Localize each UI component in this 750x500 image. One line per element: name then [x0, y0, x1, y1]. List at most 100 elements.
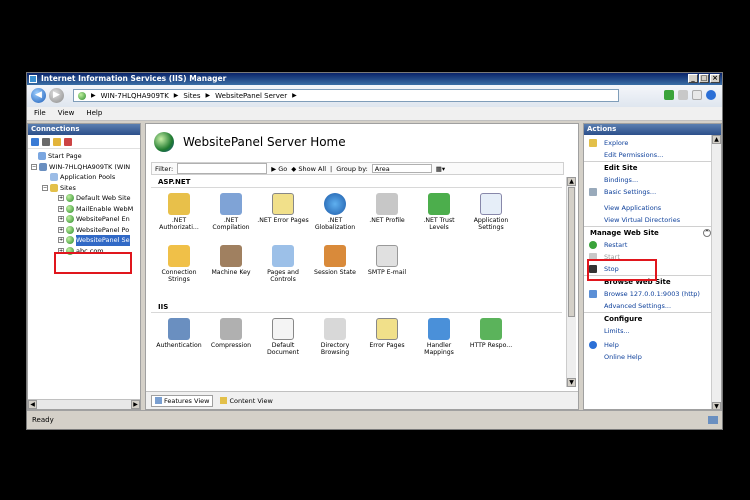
- help-icon[interactable]: [706, 90, 716, 100]
- feature-error-pages[interactable]: Error Pages: [361, 317, 413, 369]
- collapse-icon[interactable]: ^: [703, 229, 711, 237]
- content-view-icon: [220, 397, 228, 404]
- handler-arrows-icon: [428, 318, 450, 340]
- iis-app-icon: [29, 75, 37, 83]
- stop-nav-icon[interactable]: [678, 90, 688, 100]
- menu-help[interactable]: Help: [86, 107, 102, 120]
- tree-item-site[interactable]: + MailEnable WebM: [28, 204, 140, 215]
- error-404-icon: [272, 193, 294, 215]
- tree-item-start-page[interactable]: Start Page: [28, 151, 140, 162]
- go-button[interactable]: ▶ Go: [271, 165, 287, 173]
- compile-icon: [220, 193, 242, 215]
- feature-handler-mappings[interactable]: Handler Mappings: [413, 317, 465, 369]
- globe-icon: [66, 225, 74, 234]
- view-mode-icon[interactable]: ▦▾: [436, 165, 445, 173]
- window-title: Internet Information Services (IIS) Mana…: [41, 74, 227, 83]
- feature-smtp-email[interactable]: SMTP E-mail: [361, 244, 413, 302]
- action-view-virtual-directories[interactable]: View Virtual Directories: [584, 214, 721, 226]
- action-advanced-settings[interactable]: Advanced Settings...: [584, 300, 721, 312]
- feature-compression[interactable]: Compression: [205, 317, 257, 369]
- address-bar: ◀ ▶ ▶ WIN-7HLQHA909TK ▶ Sites ▶ WebsiteP…: [27, 85, 722, 108]
- collapse-icon[interactable]: −: [42, 184, 48, 191]
- tree-item-site[interactable]: + Default Web Site: [28, 193, 140, 204]
- feature-net-authorization[interactable]: .NET Authorizati...: [153, 192, 205, 244]
- feature-net-error-pages[interactable]: .NET Error Pages: [257, 192, 309, 244]
- features-pane: WebsitePanel Server Home Filter: ▶ Go ◆ …: [145, 123, 579, 410]
- feature-net-trust-levels[interactable]: .NET Trust Levels: [413, 192, 465, 244]
- feature-connection-strings[interactable]: Connection Strings: [153, 244, 205, 302]
- feature-authentication[interactable]: Authentication: [153, 317, 205, 369]
- tab-features-view[interactable]: Features View: [151, 394, 214, 407]
- action-basic-settings[interactable]: Basic Settings...: [584, 186, 721, 198]
- breadcrumb-server[interactable]: WIN-7HLQHA909TK: [101, 92, 169, 100]
- http-response-icon: [480, 318, 502, 340]
- action-browse-url[interactable]: Browse 127.0.0.1:9003 (http): [584, 288, 721, 300]
- start-page-icon: [38, 152, 46, 161]
- breadcrumb-site[interactable]: WebsitePanel Server: [215, 92, 287, 100]
- maximize-button[interactable]: □: [699, 74, 709, 83]
- feature-http-response[interactable]: HTTP Respo...: [465, 317, 517, 369]
- database-icon: [168, 245, 190, 267]
- refresh-icon[interactable]: [664, 90, 674, 100]
- features-view-icon: [155, 397, 162, 404]
- group-by-select[interactable]: Area: [371, 164, 432, 173]
- globe-icon: [66, 204, 74, 213]
- save-icon[interactable]: [42, 137, 50, 146]
- expand-icon[interactable]: +: [58, 205, 64, 212]
- actions-header: Actions: [584, 124, 721, 135]
- breadcrumb[interactable]: ▶ WIN-7HLQHA909TK ▶ Sites ▶ WebsitePanel…: [73, 89, 619, 102]
- vertical-scrollbar[interactable]: ▲ ▼: [566, 177, 576, 387]
- feature-directory-browsing[interactable]: Directory Browsing: [309, 317, 361, 369]
- tab-content-view[interactable]: Content View: [216, 394, 277, 407]
- back-arrow-icon[interactable]: ◀: [31, 88, 46, 103]
- tree-item-server[interactable]: − WIN-7HLQHA909TK (WIN: [28, 162, 140, 173]
- feature-net-profile[interactable]: .NET Profile: [361, 192, 413, 244]
- tree-item-sites[interactable]: − Sites: [28, 183, 140, 194]
- menu-view[interactable]: View: [58, 107, 75, 120]
- expand-icon[interactable]: +: [58, 195, 64, 202]
- horizontal-scrollbar[interactable]: ◀ ▶: [28, 399, 140, 409]
- feature-default-document[interactable]: Default Document: [257, 317, 309, 369]
- show-all-button[interactable]: ◆ Show All: [291, 165, 326, 173]
- tree-item-app-pools[interactable]: Application Pools: [28, 172, 140, 183]
- forward-arrow-icon[interactable]: ▶: [49, 88, 64, 103]
- section-manage-web-site: Manage Web Site ^: [584, 226, 721, 239]
- feature-net-compilation[interactable]: .NET Compilation: [205, 192, 257, 244]
- action-restart[interactable]: Restart: [584, 239, 721, 251]
- disconnect-icon[interactable]: [64, 137, 72, 146]
- feature-net-globalization[interactable]: .NET Globalization: [309, 192, 361, 244]
- up-folder-icon[interactable]: [53, 137, 61, 146]
- feature-machine-key[interactable]: Machine Key: [205, 244, 257, 302]
- action-edit-permissions[interactable]: Edit Permissions...: [584, 149, 721, 161]
- globe-icon: [66, 194, 74, 203]
- action-limits[interactable]: Limits...: [584, 325, 721, 337]
- action-view-applications[interactable]: View Applications: [584, 202, 721, 214]
- action-help[interactable]: Help: [584, 339, 721, 351]
- action-online-help[interactable]: Online Help: [584, 351, 721, 363]
- tree-item-site[interactable]: + WebsitePanel En: [28, 214, 140, 225]
- expand-icon[interactable]: +: [58, 226, 64, 233]
- actions-scrollbar[interactable]: ▲ ▼: [711, 135, 721, 409]
- view-tabs: Features View Content View: [146, 391, 578, 409]
- session-user-icon: [324, 245, 346, 267]
- minimize-button[interactable]: _: [688, 74, 698, 83]
- tree-item-site[interactable]: + WebsitePanel Po: [28, 225, 140, 236]
- connect-icon[interactable]: [31, 137, 39, 146]
- action-explore[interactable]: Explore: [584, 137, 721, 149]
- breadcrumb-sites[interactable]: Sites: [183, 92, 200, 100]
- feature-application-settings[interactable]: Application Settings: [465, 192, 517, 244]
- action-bindings[interactable]: Bindings...: [584, 174, 721, 186]
- collapse-icon[interactable]: −: [31, 163, 37, 170]
- section-configure: Configure: [584, 312, 721, 325]
- expand-icon[interactable]: +: [58, 237, 64, 244]
- expand-icon[interactable]: +: [58, 216, 64, 223]
- feature-session-state[interactable]: Session State: [309, 244, 361, 302]
- feature-pages-and-controls[interactable]: Pages and Controls: [257, 244, 309, 302]
- close-button[interactable]: ×: [710, 74, 720, 83]
- home-icon[interactable]: [692, 90, 702, 100]
- browse-icon: [589, 290, 597, 298]
- menu-file[interactable]: File: [34, 107, 46, 120]
- globe-icon: [154, 132, 174, 152]
- tree-item-site-selected[interactable]: + WebsitePanel Se: [28, 235, 140, 246]
- filter-input[interactable]: [177, 163, 268, 174]
